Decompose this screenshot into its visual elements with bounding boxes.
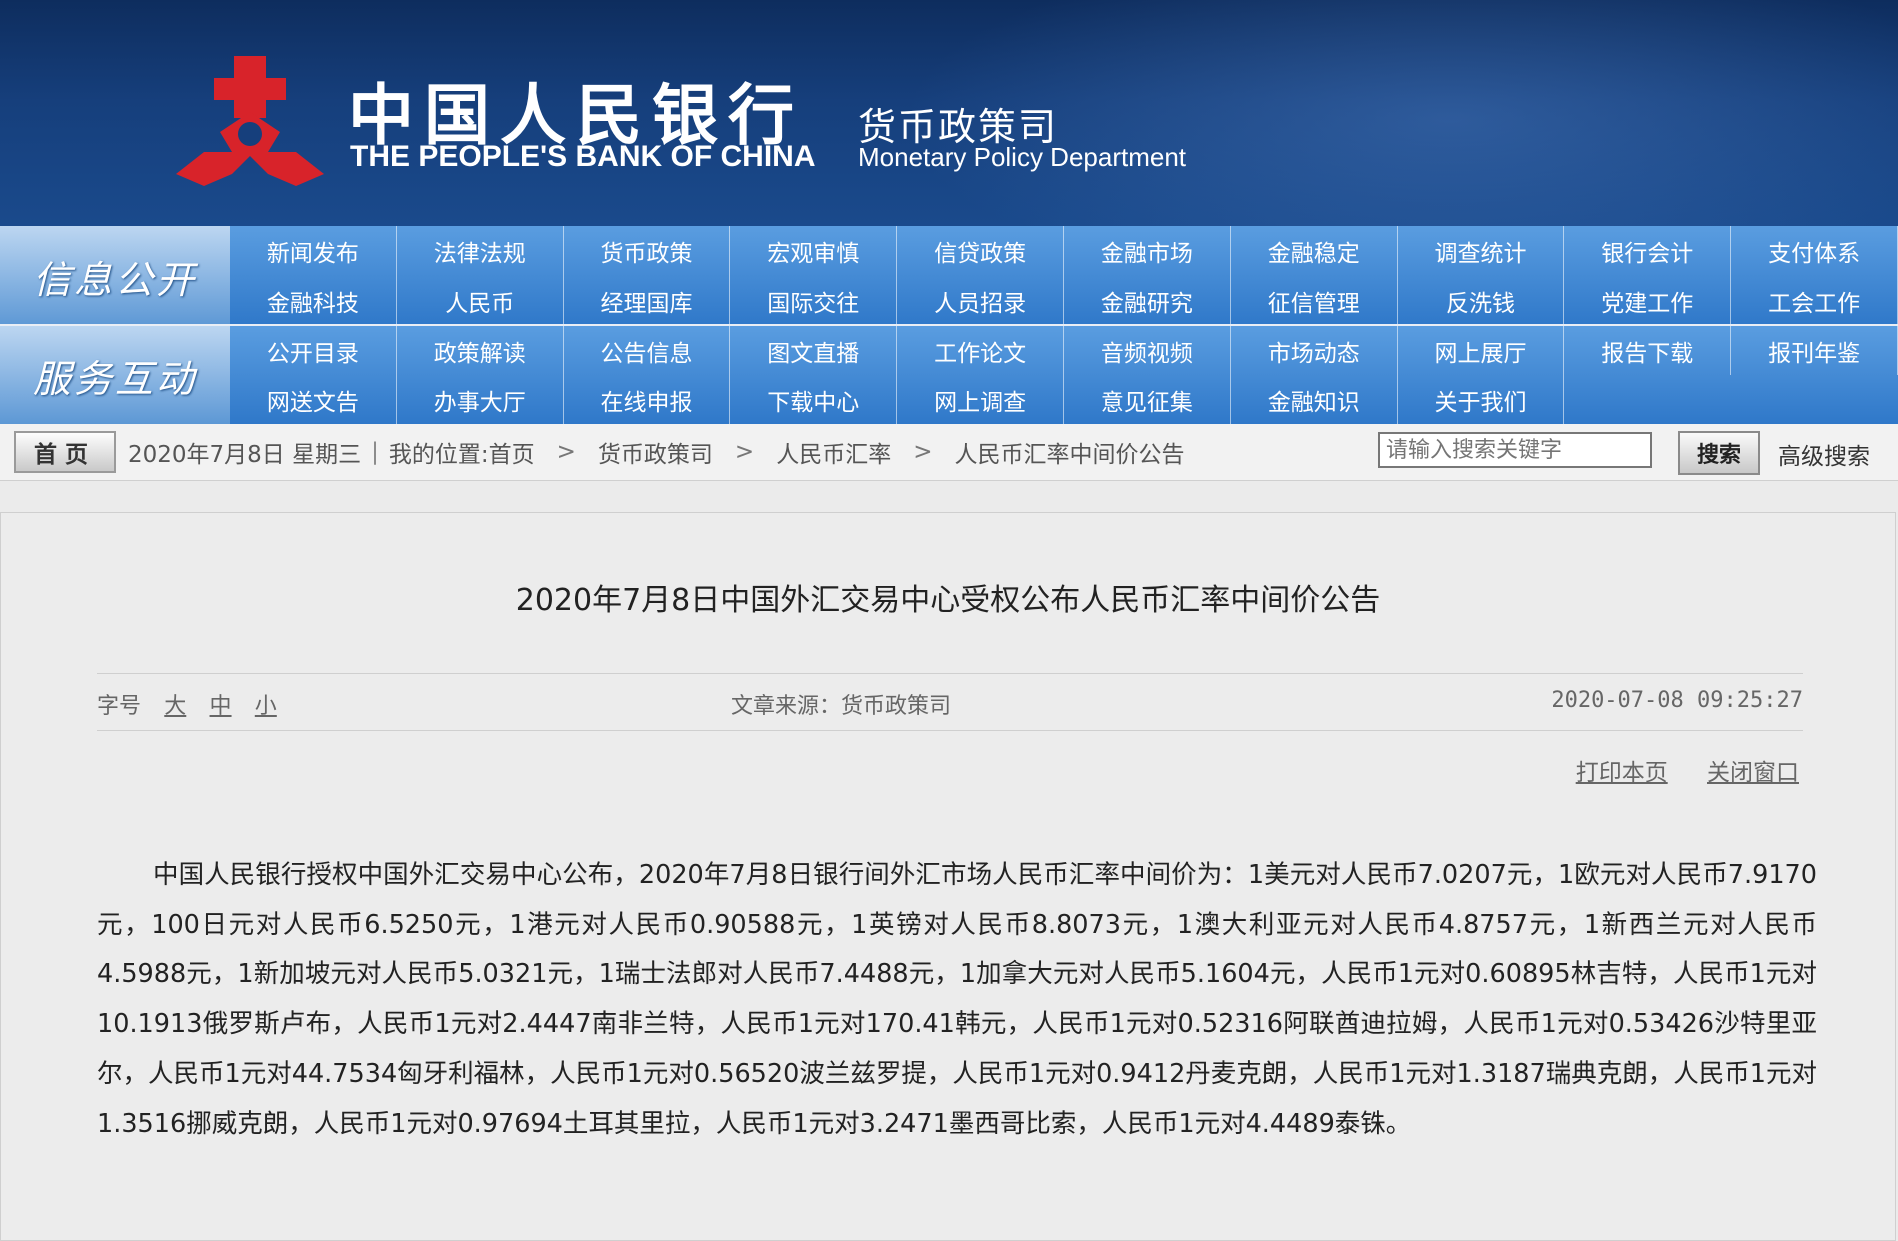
- chevron-right-icon: >: [913, 439, 933, 465]
- info-disclosure-label: 信息公开: [0, 226, 230, 326]
- department-name-en: Monetary Policy Department: [858, 142, 1187, 172]
- font-medium-link[interactable]: 中: [210, 694, 232, 719]
- nav-item-service-17[interactable]: 关于我们: [1398, 375, 1565, 424]
- breadcrumb-item[interactable]: 货币政策司: [598, 435, 713, 469]
- search-button[interactable]: 搜索: [1678, 431, 1760, 475]
- nav-item-service-7[interactable]: 网上展厅: [1398, 326, 1565, 375]
- font-small-link[interactable]: 小: [255, 694, 277, 719]
- nav-item-service-16[interactable]: 金融知识: [1231, 375, 1398, 424]
- nav-item-service-9[interactable]: 报刊年鉴: [1731, 326, 1898, 375]
- breadcrumb-home[interactable]: 我的位置:首页: [389, 435, 535, 469]
- font-size-controls: 字号 大 中 小: [97, 688, 277, 720]
- nav-item-service-3[interactable]: 图文直播: [730, 326, 898, 375]
- service-interaction-label: 服务互动: [0, 326, 230, 424]
- nav-item-service-19: [1731, 375, 1898, 424]
- font-large-link[interactable]: 大: [164, 694, 186, 719]
- nav-item-service-1[interactable]: 政策解读: [397, 326, 564, 375]
- nav-item-info-13[interactable]: 国际交往: [730, 276, 898, 326]
- nav-item-info-0[interactable]: 新闻发布: [230, 226, 397, 276]
- pboc-logo-icon[interactable]: [176, 56, 324, 186]
- nav-item-info-15[interactable]: 金融研究: [1064, 276, 1231, 326]
- info-disclosure-nav: 信息公开 新闻发布 法律法规 货币政策 宏观审慎 信贷政策 金融市场 金融稳定 调查统计 银行会…: [0, 226, 1898, 326]
- font-size-label: 字号: [97, 694, 142, 719]
- nav-item-info-7[interactable]: 调查统计: [1398, 226, 1565, 276]
- service-nav-grid: 公开目录 政策解读 公告信息 图文直播 工作论文 音频视频 市场动态 网上展厅 报告下载 报刊年鉴…: [230, 326, 1898, 424]
- nav-item-info-18[interactable]: 党建工作: [1564, 276, 1732, 326]
- article-source: 文章来源：货币政策司: [731, 694, 952, 719]
- nav-item-service-0[interactable]: 公开目录: [230, 326, 397, 375]
- nav-item-info-19[interactable]: 工会工作: [1731, 276, 1898, 326]
- article-title: 2020年7月8日中国外汇交易中心受权公布人民币汇率中间价公告: [515, 583, 1381, 618]
- nav-item-info-12[interactable]: 经理国库: [564, 276, 731, 326]
- nav-item-info-4[interactable]: 信贷政策: [897, 226, 1064, 276]
- nav-item-info-2[interactable]: 货币政策: [564, 226, 731, 276]
- breadcrumb-item[interactable]: 人民币汇率: [776, 435, 891, 469]
- nav-item-info-10[interactable]: 金融科技: [230, 276, 397, 326]
- article-panel: 2020年7月8日中国外汇交易中心受权公布人民币汇率中间价公告 字号 大 中 小…: [0, 512, 1896, 1241]
- nav-item-service-13[interactable]: 下载中心: [730, 375, 898, 424]
- article-tools: 打印本页 关闭窗口: [1544, 753, 1799, 787]
- nav-item-service-2[interactable]: 公告信息: [564, 326, 731, 375]
- site-header: 中国人民银行 THE PEOPLE'S BANK OF CHINA 货币政策司 …: [0, 0, 1898, 226]
- close-window-link[interactable]: 关闭窗口: [1707, 760, 1799, 786]
- nav-item-service-10[interactable]: 网送文告: [230, 375, 397, 424]
- nav-item-info-8[interactable]: 银行会计: [1564, 226, 1732, 276]
- chevron-right-icon: >: [556, 439, 576, 465]
- nav-item-service-12[interactable]: 在线申报: [564, 375, 731, 424]
- nav-item-service-15[interactable]: 意见征集: [1064, 375, 1231, 424]
- print-page-link[interactable]: 打印本页: [1576, 760, 1668, 786]
- nav-item-info-14[interactable]: 人员招录: [897, 276, 1064, 326]
- nav-item-service-11[interactable]: 办事大厅: [397, 375, 564, 424]
- nav-item-info-11[interactable]: 人民币: [397, 276, 564, 326]
- service-interaction-nav: 服务互动 公开目录 政策解读 公告信息 图文直播 工作论文 音频视频 市场动态 网上展厅 报告下…: [0, 326, 1898, 424]
- nav-item-service-4[interactable]: 工作论文: [897, 326, 1064, 375]
- info-nav-grid: 新闻发布 法律法规 货币政策 宏观审慎 信贷政策 金融市场 金融稳定 调查统计 银行会计 支付体系…: [230, 226, 1898, 326]
- nav-item-info-9[interactable]: 支付体系: [1731, 226, 1898, 276]
- advanced-search-link[interactable]: 高级搜索: [1778, 437, 1870, 471]
- nav-item-info-5[interactable]: 金融市场: [1064, 226, 1231, 276]
- publish-time: 2020-07-08 09:25:27: [1551, 688, 1803, 713]
- breadcrumb-item[interactable]: 人民币汇率中间价公告: [954, 435, 1184, 469]
- breadcrumb-bar: 首页 2020年7月8日 星期三 | 我的位置:首页 > 货币政策司 > 人民币…: [0, 424, 1898, 481]
- nav-item-info-17[interactable]: 反洗钱: [1398, 276, 1565, 326]
- nav-item-service-18: [1564, 375, 1731, 424]
- nav-item-service-6[interactable]: 市场动态: [1231, 326, 1398, 375]
- nav-item-service-14[interactable]: 网上调查: [897, 375, 1064, 424]
- nav-item-info-6[interactable]: 金融稳定: [1231, 226, 1398, 276]
- current-date: 2020年7月8日 星期三: [128, 442, 362, 468]
- nav-item-service-8[interactable]: 报告下载: [1564, 326, 1732, 375]
- article-meta-bar: 字号 大 中 小 文章来源：货币政策司 2020-07-08 09:25:27: [97, 673, 1803, 731]
- chevron-right-icon: >: [734, 439, 755, 465]
- nav-item-info-16[interactable]: 征信管理: [1231, 276, 1398, 326]
- divider: |: [371, 439, 379, 465]
- home-button[interactable]: 首页: [14, 431, 116, 473]
- search-input[interactable]: [1378, 432, 1652, 468]
- nav-item-info-3[interactable]: 宏观审慎: [730, 226, 898, 276]
- nav-item-service-5[interactable]: 音频视频: [1064, 326, 1231, 375]
- bank-name-en: THE PEOPLE'S BANK OF CHINA: [350, 140, 816, 173]
- article-body: 中国人民银行授权中国外汇交易中心公布，2020年7月8日银行间外汇市场人民币汇率…: [97, 860, 1817, 1139]
- nav-item-info-1[interactable]: 法律法规: [397, 226, 564, 276]
